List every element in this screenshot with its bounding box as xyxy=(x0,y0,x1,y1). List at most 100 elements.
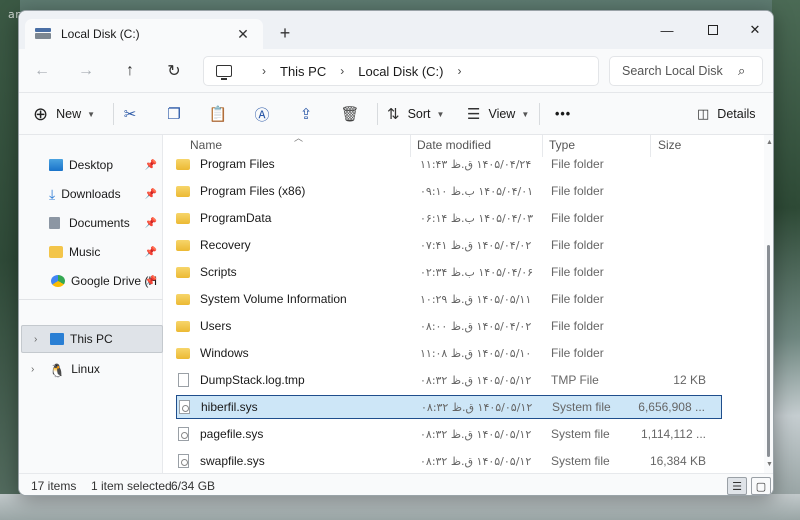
search-input[interactable] xyxy=(622,64,734,78)
sidebar-item-desktop[interactable]: Desktop 📌 xyxy=(19,151,163,179)
sidebar-item-music[interactable]: Music 📌 xyxy=(19,238,163,266)
plus-circle-icon: ⊕ xyxy=(33,103,49,124)
file-type: File folder xyxy=(551,211,604,225)
chevron-right-icon[interactable]: › xyxy=(31,364,34,375)
rename-button[interactable]: Ⓐ xyxy=(251,103,273,125)
file-name: Program Files (x86) xyxy=(200,184,306,198)
sidebar-item-label: Downloads xyxy=(61,187,121,201)
cut-button[interactable]: ✂ xyxy=(119,103,141,125)
file-name: ProgramData xyxy=(200,211,272,225)
copy-button[interactable]: ❐ xyxy=(163,103,185,125)
navigation-bar: ← → ↑ ↻ › This PC › Local Disk (C:) › ⌕ xyxy=(19,49,773,93)
paste-button[interactable]: 📋 xyxy=(207,103,229,125)
breadcrumb-this-pc[interactable]: This PC xyxy=(280,64,326,79)
search-icon[interactable]: ⌕ xyxy=(738,63,745,79)
file-date-modified: ۱۴۰۵/۰۵/۱۲ ق.ظ ۰۸:۳۲ xyxy=(420,454,532,468)
file-row[interactable]: DumpStack.log.tmp ۱۴۰۵/۰۵/۱۲ ق.ظ ۰۸:۳۲ TMP… xyxy=(176,368,722,392)
file-row[interactable]: pagefile.sys ۱۴۰۵/۰۵/۱۲ ق.ظ ۰۸:۳۲ System f… xyxy=(176,422,722,446)
file-list: ︿ Name Date modified Type Size Program F… xyxy=(164,133,764,473)
scrollbar-thumb[interactable] xyxy=(767,245,770,457)
column-header-size[interactable]: Size xyxy=(658,138,681,152)
google-drive-icon xyxy=(51,275,65,287)
file-type: File folder xyxy=(551,292,604,306)
new-label: New xyxy=(56,107,82,121)
sidebar-item-downloads[interactable]: ⤓ Downloads 📌 xyxy=(19,180,163,208)
toolbar-divider xyxy=(539,103,540,125)
chevron-right-icon[interactable]: › xyxy=(262,64,266,78)
forward-button[interactable]: → xyxy=(75,61,97,81)
file-row[interactable]: Program Files (x86) ۱۴۰۵/۰۴/۰۱ ب.ظ ۰۹:۱۰ F… xyxy=(176,179,722,203)
close-tab-icon[interactable]: ✕ xyxy=(233,26,253,43)
file-size: 16,384 KB xyxy=(649,454,706,468)
share-icon: ⇪ xyxy=(299,106,313,123)
file-row[interactable]: System Volume Information ۱۴۰۵/۰۵/۱۱ ق.ظ … xyxy=(176,287,722,311)
sidebar-item-linux[interactable]: › 🐧 Linux xyxy=(19,355,163,383)
file-row[interactable]: Program Files ۱۴۰۵/۰۴/۲۴ ق.ظ ۱۱:۴۳ File fo… xyxy=(176,152,722,176)
file-row[interactable]: Users ۱۴۰۵/۰۴/۰۲ ق.ظ ۰۸:۰۰ File folder xyxy=(176,314,722,338)
background-lake xyxy=(0,494,800,520)
refresh-button[interactable]: ↻ xyxy=(163,61,185,81)
file-row[interactable]: Scripts ۱۴۰۵/۰۴/۰۶ ب.ظ ۰۲:۳۴ File folder xyxy=(176,260,722,284)
chevron-right-icon[interactable]: › xyxy=(34,334,37,345)
file-name: Scripts xyxy=(200,265,237,279)
file-row[interactable]: hiberfil.sys ۱۴۰۵/۰۵/۱۲ ق.ظ ۰۸:۳۲ System f… xyxy=(176,395,722,419)
pin-icon[interactable]: 📌 xyxy=(145,160,157,171)
column-header-date[interactable]: Date modified xyxy=(417,138,491,152)
more-options-button[interactable]: ••• xyxy=(555,104,571,124)
folder-icon xyxy=(176,239,190,251)
delete-button[interactable]: 🗑 xyxy=(339,103,361,125)
up-button[interactable]: ↑ xyxy=(119,61,141,81)
details-pane-button[interactable]: ◫ Details xyxy=(697,104,756,124)
sort-icon: ⇅ xyxy=(387,106,400,123)
this-pc-icon xyxy=(50,333,64,345)
folder-icon xyxy=(176,347,190,359)
file-date-modified: ۱۴۰۵/۰۴/۰۱ ب.ظ ۰۹:۱۰ xyxy=(420,184,534,198)
background-trees-right xyxy=(772,0,800,520)
file-date-modified: ۱۴۰۵/۰۵/۱۰ ق.ظ ۱۱:۰۸ xyxy=(420,346,532,360)
folder-icon xyxy=(176,158,190,170)
file-row[interactable]: Recovery ۱۴۰۵/۰۴/۰۲ ق.ظ ۰۷:۴۱ File folder xyxy=(176,233,722,257)
scroll-up-icon[interactable]: ▲ xyxy=(766,139,773,146)
pin-icon[interactable]: 📌 xyxy=(145,247,157,258)
tiles-view-button[interactable]: ▢ xyxy=(751,477,771,495)
file-row[interactable]: ProgramData ۱۴۰۵/۰۴/۰۳ ب.ظ ۰۶:۱۴ File fold… xyxy=(176,206,722,230)
system-file-icon xyxy=(178,454,189,468)
scroll-down-icon[interactable]: ▼ xyxy=(766,461,773,468)
pin-icon[interactable]: 📌 xyxy=(145,218,157,229)
sort-button[interactable]: ⇅ Sort ▼ xyxy=(387,104,444,124)
view-button[interactable]: ☰ View ▼ xyxy=(467,104,529,124)
view-list-icon: ☰ xyxy=(467,106,481,123)
file-row[interactable]: Windows ۱۴۰۵/۰۵/۱۰ ق.ظ ۱۱:۰۸ File folder xyxy=(176,341,722,365)
sidebar-item-google-drive[interactable]: Google Drive (H 📌 xyxy=(19,267,163,295)
drive-icon xyxy=(35,28,51,40)
file-row[interactable]: swapfile.sys ۱۴۰۵/۰۵/۱۲ ق.ظ ۰۸:۳۲ System f… xyxy=(176,449,722,473)
back-button[interactable]: ← xyxy=(31,61,53,81)
chevron-right-icon[interactable]: › xyxy=(340,64,344,78)
tab-local-disk[interactable]: Local Disk (C:) ✕ xyxy=(25,19,263,49)
sidebar-item-label: Linux xyxy=(71,362,100,376)
sidebar-item-this-pc[interactable]: › This PC xyxy=(21,325,163,353)
maximize-button[interactable] xyxy=(693,17,733,43)
details-view-button[interactable]: ☰ xyxy=(727,477,747,495)
vertical-scrollbar[interactable]: ▲ ▼ xyxy=(764,135,773,473)
minimize-button[interactable]: — xyxy=(647,17,687,43)
search-box[interactable]: ⌕ xyxy=(609,56,763,86)
details-label: Details xyxy=(717,107,756,121)
new-tab-button[interactable]: + xyxy=(275,23,295,44)
breadcrumb-local-disk[interactable]: Local Disk (C:) xyxy=(358,64,443,79)
column-header-name[interactable]: Name xyxy=(190,138,222,152)
new-button[interactable]: ⊕ New ▼ xyxy=(33,104,95,124)
file-date-modified: ۱۴۰۵/۰۴/۰۶ ب.ظ ۰۲:۳۴ xyxy=(420,265,534,279)
column-header-type[interactable]: Type xyxy=(549,138,575,152)
clipboard-icon: 📋 xyxy=(208,106,228,123)
file-name: Windows xyxy=(200,346,249,360)
share-button[interactable]: ⇪ xyxy=(295,103,317,125)
close-window-button[interactable]: ✕ xyxy=(735,17,773,43)
minimize-icon: — xyxy=(660,22,674,38)
pin-icon[interactable]: 📌 xyxy=(145,276,157,287)
pin-icon[interactable]: 📌 xyxy=(145,189,157,200)
address-bar[interactable]: › This PC › Local Disk (C:) › xyxy=(203,56,599,86)
sidebar-item-documents[interactable]: Documents 📌 xyxy=(19,209,163,237)
file-size: 1,114,112 ... xyxy=(641,427,706,441)
chevron-right-icon[interactable]: › xyxy=(457,64,461,78)
